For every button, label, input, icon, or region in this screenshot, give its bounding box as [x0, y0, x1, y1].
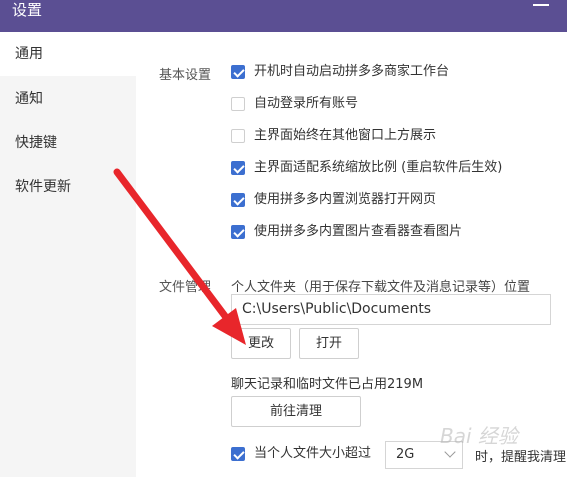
sidebar-item-updates[interactable]: 软件更新 — [0, 165, 136, 209]
go-clean-button[interactable]: 前往清理 — [231, 396, 361, 427]
size-limit-prefix: 当个人文件大小超过 — [254, 446, 372, 461]
checkbox[interactable] — [231, 447, 245, 461]
size-limit-value: 2G — [396, 447, 415, 462]
folder-description: 个人文件夹（用于保存下载文件及消息记录等）位置 — [231, 280, 531, 295]
open-button[interactable]: 打开 — [299, 328, 359, 359]
checkbox[interactable] — [231, 225, 245, 239]
file-management-label: 文件管理 — [159, 280, 212, 295]
sidebar-item-general[interactable]: 通用 — [0, 32, 136, 76]
window-title: 设置 — [12, 1, 43, 19]
sidebar-item-notifications[interactable]: 通知 — [0, 77, 136, 121]
checkbox[interactable] — [231, 193, 245, 207]
checkbox[interactable] — [231, 65, 245, 79]
minimize-icon[interactable] — [533, 4, 549, 6]
option-label: 使用拼多多内置浏览器打开网页 — [254, 192, 437, 207]
option-label: 自动登录所有账号 — [254, 96, 359, 111]
option-label: 主界面始终在其他窗口上方展示 — [254, 128, 437, 143]
checkbox[interactable] — [231, 129, 245, 143]
sidebar: 通用 通知 快捷键 软件更新 — [0, 32, 136, 477]
option-label: 使用拼多多内置图片查看器查看图片 — [254, 224, 463, 239]
watermark: Bai 经验 — [440, 424, 518, 448]
checkbox[interactable] — [231, 97, 245, 111]
storage-usage-text: 聊天记录和临时文件已占用219M — [231, 377, 424, 392]
change-button[interactable]: 更改 — [231, 328, 291, 359]
option-label: 开机时自动启动拼多多商家工作台 — [254, 64, 450, 79]
title-bar: 设置 — [0, 0, 567, 32]
folder-path-field[interactable]: C:\Users\Public\Documents — [231, 294, 551, 325]
option-label: 主界面适配系统缩放比例 (重启软件后生效) — [254, 160, 503, 175]
checkbox[interactable] — [231, 161, 245, 175]
sidebar-item-shortcuts[interactable]: 快捷键 — [0, 121, 136, 165]
basic-settings-label: 基本设置 — [159, 68, 212, 83]
